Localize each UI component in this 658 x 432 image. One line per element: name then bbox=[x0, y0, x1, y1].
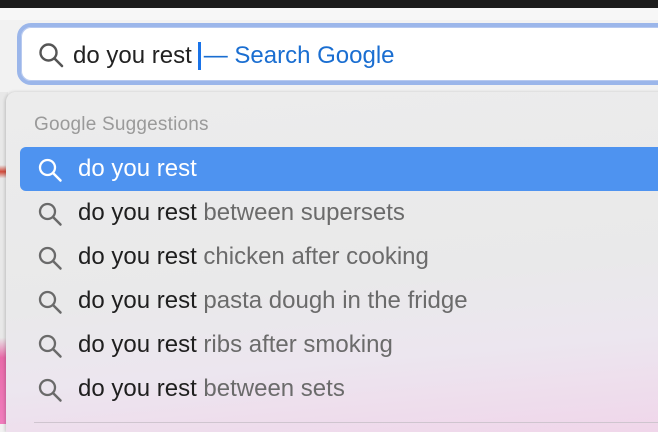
search-icon bbox=[38, 334, 62, 358]
suggestion-item[interactable]: do you rest bbox=[20, 147, 658, 191]
suggestion-typed-part: do you rest bbox=[78, 155, 197, 182]
suggestion-text: do you rest between sets bbox=[78, 367, 345, 411]
suggestion-text: do you rest ribs after smoking bbox=[78, 323, 393, 367]
toolbar-background bbox=[0, 8, 658, 20]
suggestion-text: do you rest chicken after cooking bbox=[78, 235, 429, 279]
suggestion-text: do you rest pasta dough in the fridge bbox=[78, 279, 468, 323]
text-caret bbox=[197, 42, 201, 70]
search-google-hint: — Search Google bbox=[203, 42, 395, 69]
search-icon bbox=[38, 290, 62, 314]
address-search-field[interactable]: do you rest — Search Google bbox=[17, 23, 658, 85]
suggestion-typed-part: do you rest bbox=[78, 243, 197, 270]
suggestion-text: do you rest bbox=[78, 147, 197, 191]
suggestion-item[interactable]: do you rest chicken after cooking bbox=[20, 235, 658, 279]
suggestions-list: do you rest do you rest between superset… bbox=[20, 147, 658, 411]
suggestion-completion-part: pasta dough in the fridge bbox=[196, 287, 468, 314]
suggestion-completion-part: between supersets bbox=[196, 199, 405, 226]
suggestions-dropdown: Google Suggestions do you rest do you re… bbox=[6, 92, 658, 432]
suggestions-section-header: Google Suggestions bbox=[34, 114, 209, 135]
suggestion-item[interactable]: do you rest between supersets bbox=[20, 191, 658, 235]
suggestion-completion-part: ribs after smoking bbox=[196, 331, 393, 358]
suggestion-item[interactable]: do you rest between sets bbox=[20, 367, 658, 411]
search-icon bbox=[38, 158, 62, 182]
suggestion-typed-part: do you rest bbox=[78, 199, 197, 226]
search-icon bbox=[38, 246, 62, 270]
search-icon bbox=[39, 43, 64, 68]
section-divider bbox=[34, 422, 658, 423]
address-typed-text: do you rest bbox=[73, 42, 192, 69]
search-icon bbox=[38, 202, 62, 226]
suggestion-item[interactable]: do you rest ribs after smoking bbox=[20, 323, 658, 367]
suggestion-typed-part: do you rest bbox=[78, 287, 197, 314]
suggestion-item[interactable]: do you rest pasta dough in the fridge bbox=[20, 279, 658, 323]
suggestion-text: do you rest between supersets bbox=[78, 191, 405, 235]
suggestion-completion-part: chicken after cooking bbox=[196, 243, 429, 270]
suggestion-typed-part: do you rest bbox=[78, 331, 197, 358]
suggestion-typed-part: do you rest bbox=[78, 375, 197, 402]
window-top-edge bbox=[0, 0, 658, 8]
search-icon bbox=[38, 378, 62, 402]
suggestion-completion-part: between sets bbox=[196, 375, 345, 402]
address-field-content[interactable]: do you rest — Search Google bbox=[73, 41, 395, 71]
